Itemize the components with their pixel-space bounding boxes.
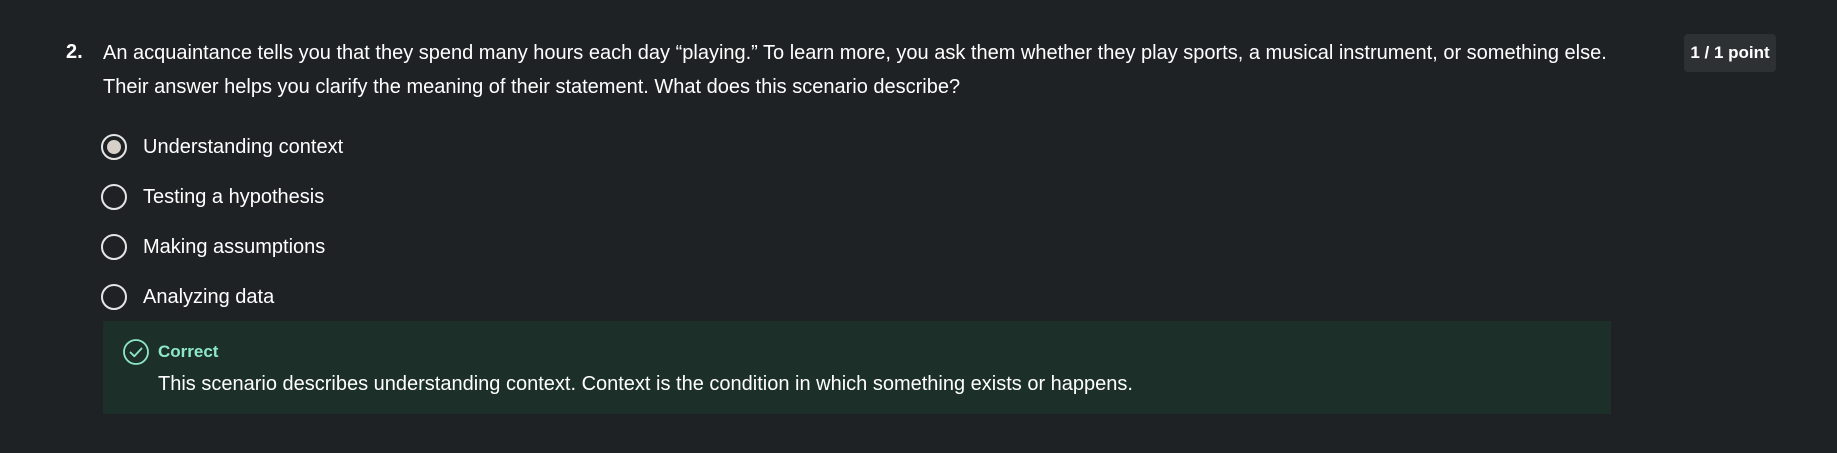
option-making-assumptions[interactable]: Making assumptions <box>101 222 343 272</box>
option-understanding-context[interactable]: Understanding context <box>101 122 343 172</box>
answer-options: Understanding context Testing a hypothes… <box>101 122 343 322</box>
option-label: Testing a hypothesis <box>143 186 325 208</box>
question-text: An acquaintance tells you that they spen… <box>103 42 1607 98</box>
option-label: Understanding context <box>143 136 344 158</box>
feedback-explanation: This scenario describes understanding co… <box>158 373 1133 395</box>
radio-selected-icon[interactable] <box>101 134 127 160</box>
radio-dot <box>107 140 121 154</box>
points-badge: 1 / 1 point <box>1684 34 1776 72</box>
option-label: Making assumptions <box>143 236 326 258</box>
check-circle-icon <box>123 339 149 365</box>
option-analyzing-data[interactable]: Analyzing data <box>101 272 343 322</box>
question-number: 2. <box>66 41 83 63</box>
feedback-box: Correct This scenario describes understa… <box>103 321 1611 414</box>
option-testing-hypothesis[interactable]: Testing a hypothesis <box>101 172 343 222</box>
radio-unselected-icon[interactable] <box>101 234 127 260</box>
radio-unselected-icon[interactable] <box>101 184 127 210</box>
radio-unselected-icon[interactable] <box>101 284 127 310</box>
feedback-status: Correct <box>158 342 219 361</box>
quiz-question: 2. An acquaintance tells you that they s… <box>0 0 1837 453</box>
option-label: Analyzing data <box>143 286 275 308</box>
